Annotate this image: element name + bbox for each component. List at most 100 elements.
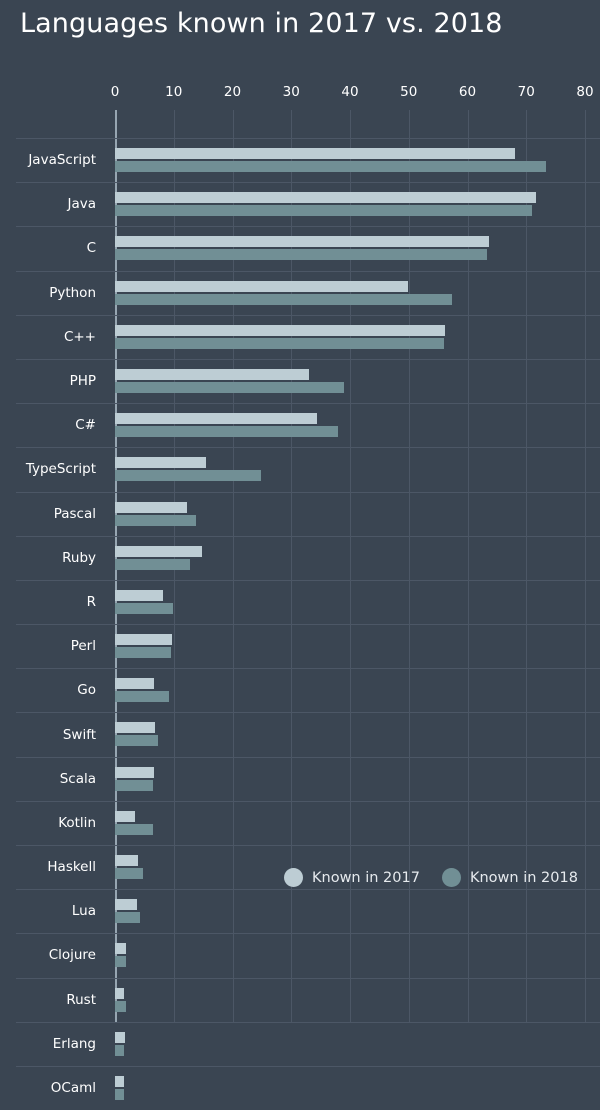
category-label: R — [86, 593, 96, 610]
bar-2017[interactable] — [115, 413, 318, 425]
legend-swatch-circle-icon — [441, 868, 461, 887]
bar-2017[interactable] — [115, 368, 309, 380]
bar-2017[interactable] — [115, 589, 164, 601]
bar-group — [115, 889, 600, 933]
legend-item[interactable]: Known in 2018 — [441, 868, 578, 887]
bar-2018[interactable] — [115, 381, 345, 393]
chart-row: JavaScript — [0, 138, 600, 182]
chart-rows: JavaScript Java C Python C++ PHP C# TypeScript P… — [0, 138, 600, 1110]
category-label: Java — [67, 196, 96, 213]
chart-row: Ruby — [0, 535, 600, 580]
bar-2018[interactable] — [115, 337, 444, 349]
chart-row: TypeScript — [0, 447, 600, 491]
chart-container: Languages known in 2017 vs. 2018 0 10 20 30… — [0, 0, 600, 1100]
chart-title: Languages known in 2017 vs. 2018 — [20, 8, 503, 39]
chart-row: Swift — [0, 712, 600, 756]
bar-group — [115, 757, 600, 801]
bar-2018[interactable] — [115, 1000, 127, 1012]
chart-row: Kotlin — [0, 800, 600, 845]
bar-group — [115, 536, 600, 580]
bar-2018[interactable] — [115, 956, 127, 968]
bar-group — [115, 1066, 600, 1110]
bar-2017[interactable] — [115, 324, 446, 336]
bar-2018[interactable] — [115, 735, 158, 747]
category-label: Perl — [70, 638, 96, 655]
bar-group — [115, 1022, 600, 1066]
chart-row: Erlang — [0, 1021, 600, 1066]
bar-2017[interactable] — [115, 280, 409, 292]
category-label: C# — [75, 417, 96, 434]
bar-2017[interactable] — [115, 545, 202, 557]
bar-2017[interactable] — [115, 192, 537, 204]
bar-2017[interactable] — [115, 236, 490, 248]
bar-group — [115, 403, 600, 447]
bar-2017[interactable] — [115, 501, 188, 513]
bar-2018[interactable] — [115, 205, 533, 217]
chart-legend: Known in 2017 Known in 2018 — [284, 868, 578, 887]
bar-group — [115, 978, 600, 1022]
chart-row: Python — [0, 270, 600, 315]
bar-2018[interactable] — [115, 691, 170, 703]
bar-group — [115, 226, 600, 270]
bar-2017[interactable] — [115, 810, 135, 822]
category-label: C++ — [63, 328, 96, 345]
bar-group — [115, 492, 600, 536]
bar-2017[interactable] — [115, 899, 138, 911]
bar-2018[interactable] — [115, 558, 191, 570]
bar-2017[interactable] — [115, 148, 515, 159]
bar-group — [115, 801, 600, 845]
bar-2017[interactable] — [115, 722, 155, 734]
category-label: Ruby — [62, 549, 96, 566]
category-label: Lua — [71, 903, 96, 920]
bar-2018[interactable] — [115, 912, 141, 924]
bar-2017[interactable] — [115, 987, 124, 999]
chart-row: C++ — [0, 314, 600, 359]
bar-2017[interactable] — [115, 855, 138, 866]
bar-2018[interactable] — [115, 868, 144, 879]
chart-row: Perl — [0, 624, 600, 668]
bar-2018[interactable] — [115, 161, 547, 172]
bar-2018[interactable] — [115, 1044, 125, 1056]
bar-group — [115, 447, 600, 491]
bar-2017[interactable] — [115, 943, 127, 955]
x-axis-tick-label: 80 — [576, 84, 594, 100]
x-axis-tick-label: 0 — [110, 84, 120, 100]
category-label: Erlang — [52, 1035, 96, 1052]
category-label: Pascal — [53, 505, 96, 522]
category-label: Kotlin — [58, 814, 96, 831]
x-axis-tick-label: 60 — [458, 84, 477, 100]
legend-label: Known in 2018 — [469, 869, 578, 886]
bar-2017[interactable] — [115, 457, 207, 469]
bar-2017[interactable] — [115, 766, 154, 778]
chart-row: Java — [0, 182, 600, 226]
bar-2018[interactable] — [115, 779, 154, 791]
bar-2017[interactable] — [115, 678, 154, 690]
chart-row: C — [0, 226, 600, 270]
x-axis-tick-label: 70 — [517, 84, 535, 100]
chart-row: Lua — [0, 889, 600, 933]
bar-2017[interactable] — [115, 1031, 125, 1043]
bar-2018[interactable] — [115, 249, 487, 261]
bar-group — [115, 359, 600, 403]
bar-2018[interactable] — [115, 823, 153, 835]
bar-2017[interactable] — [115, 634, 172, 646]
chart-row: C# — [0, 403, 600, 447]
chart-row: Scala — [0, 756, 600, 801]
bar-2018[interactable] — [115, 426, 339, 438]
bar-2017[interactable] — [115, 1075, 124, 1087]
bar-2018[interactable] — [115, 514, 197, 526]
bar-2018[interactable] — [115, 602, 174, 614]
bar-group — [115, 271, 600, 315]
legend-label: Known in 2017 — [312, 869, 420, 886]
bar-2018[interactable] — [115, 1088, 124, 1100]
category-label: PHP — [69, 373, 96, 390]
legend-item[interactable]: Known in 2017 — [284, 868, 420, 887]
legend-swatch-circle-icon — [284, 868, 303, 887]
chart-row: R — [0, 579, 600, 624]
bar-group — [115, 580, 600, 624]
bar-2018[interactable] — [115, 470, 262, 482]
bar-2018[interactable] — [115, 293, 453, 305]
bar-group — [115, 182, 600, 226]
bar-2018[interactable] — [115, 647, 171, 659]
x-axis-tick-label: 40 — [341, 84, 359, 100]
